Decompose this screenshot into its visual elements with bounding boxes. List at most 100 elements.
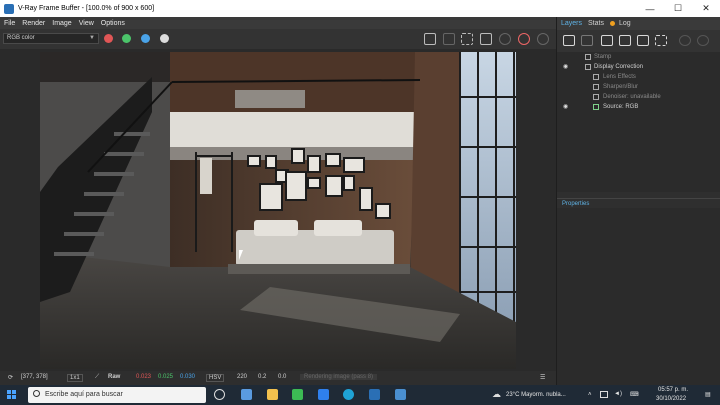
render-icon[interactable] — [518, 33, 530, 45]
clock-date[interactable]: 30/10/2022 — [656, 396, 686, 402]
channel-select-value: RGB color — [7, 35, 35, 41]
layer-label: Display Correction — [594, 64, 644, 70]
layer-display-correction[interactable]: ◉ Display Correction — [557, 62, 720, 72]
frame-buffer-toolbar: RGB color ▼ — [0, 29, 556, 49]
tab-log[interactable]: Log — [619, 20, 631, 27]
close-button[interactable]: ✕ — [692, 0, 720, 17]
status-bar: ⟳ [377, 378] 1x1 ⟋ Raw 0.023 0.025 0.030… — [0, 371, 556, 385]
save-layers-icon[interactable] — [601, 35, 613, 46]
stamp-icon — [585, 54, 591, 60]
green-value: 0.025 — [158, 374, 174, 380]
save-image-icon[interactable] — [424, 33, 436, 45]
vray-app-icon — [4, 3, 14, 14]
layer-sharpen-blur[interactable]: Sharpen/Blur — [557, 82, 720, 92]
rendered-image — [40, 52, 516, 369]
mail-icon[interactable] — [318, 389, 329, 400]
tab-layers[interactable]: Layers — [561, 20, 582, 27]
vray-taskbar-icon[interactable] — [369, 389, 380, 400]
color-space-select[interactable]: HSV — [206, 374, 225, 382]
app-taskbar-icon[interactable] — [395, 389, 406, 400]
windows-start-icon[interactable] — [7, 390, 17, 400]
clear-image-icon[interactable] — [443, 33, 455, 45]
properties-header: Properties — [557, 198, 720, 208]
task-view-icon[interactable] — [214, 389, 225, 400]
window-title: V-Ray Frame Buffer - [100.0% of 900 x 60… — [18, 5, 155, 12]
layer-label: Denoiser: unavailable — [603, 94, 661, 100]
red-channel-toggle[interactable] — [104, 34, 113, 43]
history-icon[interactable]: ☰ — [540, 374, 545, 381]
source-rgb-icon — [593, 104, 599, 110]
volume-icon[interactable]: ◄) — [614, 391, 622, 397]
hue-value: 220 — [237, 374, 248, 380]
side-panel: Layers Stats Log Stamp ◉ Display Correct… — [556, 17, 720, 385]
value-value: 0.0 — [278, 374, 287, 380]
show-hidden-icons-icon[interactable]: ˄ — [588, 392, 592, 398]
layer-label: Source: RGB — [603, 104, 639, 110]
layer-source-rgb[interactable]: ◉ Source: RGB — [557, 102, 720, 112]
window-titlebar: V-Ray Frame Buffer - [100.0% of 900 x 60… — [0, 0, 720, 17]
file-explorer-icon[interactable] — [267, 389, 278, 400]
layers-list: Stamp ◉ Display Correction Lens Effects … — [557, 52, 720, 192]
maximize-button[interactable]: ☐ — [664, 0, 692, 17]
weather-icon: ☁ — [492, 389, 501, 399]
stop-render-icon[interactable] — [537, 33, 549, 45]
menu-file[interactable]: File — [4, 20, 15, 27]
language-indicator-icon[interactable]: ⌨ — [630, 391, 639, 398]
redo-icon[interactable] — [697, 35, 709, 46]
channel-select[interactable]: RGB color ▼ — [3, 33, 99, 44]
green-channel-toggle[interactable] — [122, 34, 131, 43]
render-progress: Rendering image (pass 8) — [300, 374, 378, 380]
pick-pixel-icon[interactable]: ⟳ — [8, 374, 13, 381]
interactive-render-icon[interactable] — [499, 33, 511, 45]
edge-browser-icon[interactable] — [343, 389, 354, 400]
undo-icon[interactable] — [679, 35, 691, 46]
layer-stamp[interactable]: Stamp — [557, 52, 720, 62]
menu-bar: File Render Image View Options — [0, 17, 556, 29]
properties-panel — [557, 208, 720, 385]
notifications-icon[interactable]: ▤ — [705, 391, 711, 398]
network-icon[interactable] — [600, 391, 608, 398]
add-layer-icon[interactable] — [563, 35, 575, 46]
store-icon[interactable] — [292, 389, 303, 400]
value-mode: Raw — [108, 374, 121, 380]
compare-icon[interactable] — [480, 33, 492, 45]
red-value: 0.023 — [136, 374, 152, 380]
menu-view[interactable]: View — [79, 20, 94, 27]
layer-label: Stamp — [594, 54, 612, 60]
mouse-cursor-icon — [239, 250, 243, 260]
taskbar-search-input[interactable]: Escribe aquí para buscar — [28, 387, 206, 403]
region-render-icon[interactable] — [461, 33, 473, 45]
layer-tools — [557, 30, 720, 52]
minimize-button[interactable]: — — [636, 0, 664, 17]
remove-layer-icon[interactable] — [581, 35, 593, 46]
menu-options[interactable]: Options — [101, 20, 125, 27]
blue-channel-toggle[interactable] — [141, 34, 150, 43]
tab-stats[interactable]: Stats — [588, 20, 604, 27]
load-layers-icon[interactable] — [619, 35, 631, 46]
chevron-down-icon: ▼ — [89, 35, 95, 41]
blue-value: 0.030 — [180, 374, 196, 380]
denoiser-icon — [593, 94, 599, 100]
menu-render[interactable]: Render — [22, 20, 45, 27]
sharpen-blur-icon — [593, 84, 599, 90]
alpha-channel-toggle[interactable] — [160, 34, 169, 43]
zoom-select[interactable]: 1x1 — [67, 374, 83, 382]
log-status-dot-icon — [609, 21, 615, 26]
display-correction-icon — [585, 64, 591, 70]
menu-image[interactable]: Image — [52, 20, 71, 27]
layer-list-icon[interactable] — [655, 35, 667, 46]
pixel-coords: [377, 378] — [21, 374, 48, 380]
layer-lens-effects[interactable]: Lens Effects — [557, 72, 720, 82]
eyedropper-icon[interactable]: ⟋ — [95, 374, 99, 381]
weather-text[interactable]: 23°C Mayorm. nubla... — [506, 392, 566, 398]
widgets-icon[interactable] — [241, 389, 252, 400]
eye-icon[interactable]: ◉ — [563, 62, 568, 72]
search-icon — [33, 390, 40, 397]
layer-denoiser[interactable]: Denoiser: unavailable — [557, 92, 720, 102]
layer-label: Sharpen/Blur — [603, 84, 639, 90]
clock-time[interactable]: 05:57 p. m. — [658, 387, 688, 393]
saturation-value: 0.2 — [258, 374, 267, 380]
eye-icon[interactable]: ◉ — [563, 102, 568, 112]
image-viewport[interactable] — [0, 49, 556, 371]
layer-presets-icon[interactable] — [637, 35, 649, 46]
